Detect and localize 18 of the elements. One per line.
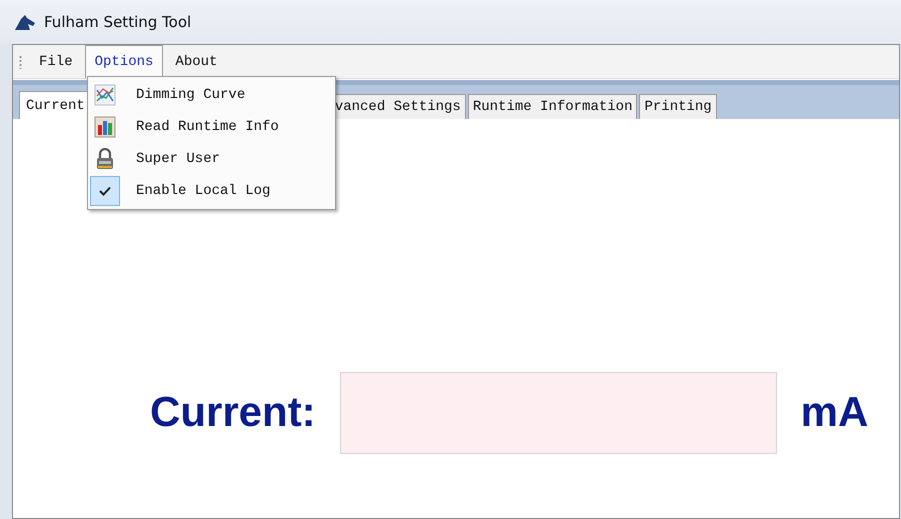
menu-item[interactable]: About — [165, 44, 228, 78]
menu-item[interactable]: Options — [84, 44, 164, 78]
tab[interactable]: Runtime Information — [468, 94, 638, 119]
tab[interactable]: Printing — [639, 94, 717, 119]
menu-option[interactable]: Super User — [90, 143, 333, 175]
window-title: Fulham Setting Tool — [44, 13, 192, 31]
unit-label: mA — [800, 388, 868, 436]
padlock-icon — [94, 148, 116, 170]
line-chart-icon — [94, 84, 116, 106]
menu-item[interactable]: File — [29, 44, 83, 78]
checkmark-icon — [99, 186, 111, 196]
current-field[interactable] — [340, 372, 777, 454]
checkbox[interactable] — [90, 176, 120, 206]
current-label: Current: — [150, 388, 316, 436]
horse-head-icon — [14, 14, 36, 30]
grip-handle[interactable] — [19, 54, 22, 68]
bar-chart-icon — [94, 116, 116, 138]
menu-option[interactable]: Enable Local Log — [90, 175, 333, 207]
